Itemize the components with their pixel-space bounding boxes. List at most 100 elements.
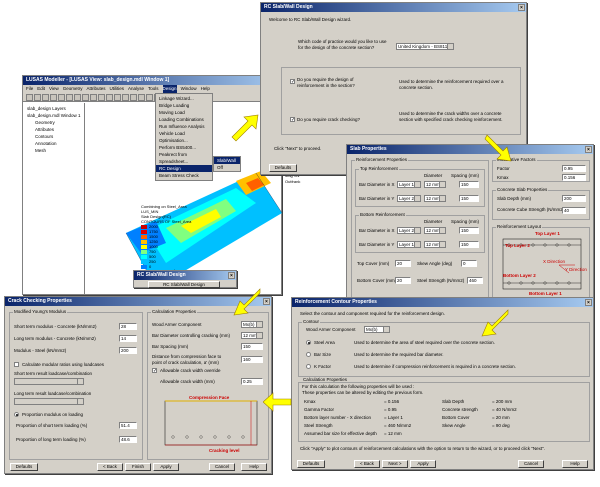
crack-back-button[interactable]: < Back — [97, 463, 123, 471]
kmax-input[interactable]: 0.156 — [562, 174, 586, 181]
allow-override-checkbox[interactable]: ✓ — [152, 368, 157, 374]
design-menu-item[interactable]: Loading Combinations — [156, 116, 212, 123]
crack-finish-button[interactable]: Finish — [125, 463, 151, 471]
tree-item[interactable]: Mesh — [25, 147, 82, 154]
toolbar-button[interactable] — [138, 94, 145, 101]
top-cover-input[interactable]: 20 — [395, 260, 411, 267]
diameter-select[interactable]: 12 mm — [424, 241, 446, 248]
proportion-radio[interactable] — [14, 412, 19, 417]
close-icon[interactable]: × — [228, 272, 235, 279]
tree-item[interactable]: Contours — [25, 133, 82, 140]
tree-item[interactable]: slab_design Layers — [25, 105, 82, 112]
toolbar-button[interactable] — [42, 94, 49, 101]
k-factor-radio[interactable] — [306, 364, 311, 369]
tree-item[interactable]: slab_design.mdl Window 1 — [25, 112, 82, 119]
contour-back-button[interactable]: < Back — [354, 460, 380, 468]
contour-cancel-button[interactable]: Cancel — [518, 460, 544, 468]
close-icon[interactable]: × — [585, 146, 592, 153]
prop-long-input[interactable]: 48.6 — [119, 436, 137, 443]
toolbar-button[interactable] — [66, 94, 73, 101]
design-menu-item[interactable]: Vehicle Load Optimisation... — [156, 130, 212, 144]
spacing-input[interactable]: 150 — [459, 241, 479, 248]
tree-item[interactable]: Annotation — [25, 140, 82, 147]
design-menu-item[interactable]: Peakrect from Spreadsheet... — [156, 151, 212, 165]
bar-size-radio[interactable] — [306, 352, 311, 357]
close-icon[interactable]: × — [585, 299, 592, 306]
menu-attributes[interactable]: Attributes — [86, 85, 105, 93]
long-term-input[interactable]: 14 — [119, 335, 137, 342]
design-menu-item[interactable]: Beam Stress Check — [156, 172, 212, 179]
toolbar-button[interactable] — [58, 94, 65, 101]
toolbar-button[interactable] — [122, 94, 129, 101]
submenu-item[interactable]: Off — [214, 164, 240, 171]
contour-next-button[interactable]: Next > — [382, 460, 408, 468]
short-term-input[interactable]: 28 — [119, 323, 137, 330]
menu-window[interactable]: Window — [181, 85, 197, 93]
toolbar-button[interactable] — [146, 94, 153, 101]
menu-tools[interactable]: Tools — [148, 85, 159, 93]
layer-select[interactable]: Layer 2 — [397, 195, 421, 202]
distance-input[interactable]: 160 — [241, 356, 263, 363]
design-menu-item[interactable]: Moving Load — [156, 109, 212, 116]
crack-defaults-button[interactable]: Defaults — [10, 463, 38, 471]
crack-cancel-button[interactable]: Cancel — [209, 463, 235, 471]
layer-select[interactable]: Layer 2 — [397, 227, 421, 234]
toolbar-button[interactable] — [74, 94, 81, 101]
steel-modulus-input[interactable]: 200 — [119, 347, 137, 354]
design-menu-item[interactable]: Bridge Loading — [156, 102, 212, 109]
diameter-select[interactable]: 12 mm — [424, 181, 446, 188]
layer-select[interactable]: Layer 1 — [397, 241, 421, 248]
contour-wood-select[interactable]: Mx(b) — [364, 326, 390, 333]
toolbar-button[interactable] — [130, 94, 137, 101]
design-menu-item[interactable]: RC Design — [156, 165, 212, 172]
menu-file[interactable]: File — [26, 85, 33, 93]
code-of-practice-select[interactable]: United Kingdom - BS8110 — [396, 43, 454, 50]
toolbar-button[interactable] — [82, 94, 89, 101]
crack-help-button[interactable]: Help — [241, 463, 267, 471]
factor-a-input[interactable]: 0.95 — [562, 165, 586, 172]
menu-geometry[interactable]: Geometry — [63, 85, 83, 93]
toolbar-button[interactable] — [50, 94, 57, 101]
allow-width-input[interactable]: 0.25 — [241, 378, 263, 385]
long-lc-select[interactable] — [14, 398, 84, 405]
layer-select[interactable]: Layer 1 — [397, 181, 421, 188]
steel-area-radio[interactable] — [306, 340, 311, 345]
bar-dia-select[interactable]: 12 mm — [241, 332, 263, 339]
calc-modular-checkbox[interactable] — [14, 362, 19, 367]
contour-defaults-button[interactable]: Defaults — [297, 460, 325, 468]
tree-item[interactable]: Geometry — [25, 119, 82, 126]
bar-spacing-input[interactable]: 150 — [241, 343, 263, 350]
crack-apply-button[interactable]: Apply — [153, 463, 179, 471]
prop-short-input[interactable]: 51.4 — [119, 422, 137, 429]
slab-depth-input[interactable]: 200 — [562, 195, 586, 202]
menu-edit[interactable]: Edit — [37, 85, 45, 93]
submenu-item[interactable]: Slab/Wall — [214, 157, 240, 164]
diameter-select[interactable]: 12 mm — [424, 227, 446, 234]
contour-help-button[interactable]: Help — [562, 460, 588, 468]
wizard-defaults-button[interactable]: Defaults — [269, 164, 297, 172]
crack-wood-select[interactable]: Mx(b) — [241, 321, 263, 328]
tree-item[interactable]: Attributes — [25, 126, 82, 133]
crack-checking-checkbox[interactable]: ✓ — [290, 117, 295, 123]
toolbar-button[interactable] — [90, 94, 97, 101]
cube-strength-input[interactable]: 40 — [562, 207, 586, 214]
toolbar-button[interactable] — [26, 94, 33, 101]
diameter-select[interactable]: 12 mm — [424, 195, 446, 202]
menu-view[interactable]: View — [49, 85, 59, 93]
design-menu-item[interactable]: Run Influence Analysis — [156, 123, 212, 130]
menu-help[interactable]: Help — [201, 85, 210, 93]
bottom-cover-input[interactable]: 20 — [395, 277, 411, 284]
menu-utilities[interactable]: Utilities — [110, 85, 125, 93]
design-reinforcement-checkbox[interactable]: ✓ — [290, 79, 295, 85]
short-lc-select[interactable] — [14, 378, 84, 385]
spacing-input[interactable]: 150 — [459, 195, 479, 202]
toolbar-button[interactable] — [114, 94, 121, 101]
toolbar-button[interactable] — [98, 94, 105, 101]
design-menu-item[interactable]: Perform BS5400... — [156, 144, 212, 151]
menu-analyse[interactable]: Analyse — [128, 85, 144, 93]
design-menu-item[interactable]: Linkage Wizard... — [156, 95, 212, 102]
close-icon[interactable]: × — [518, 4, 525, 11]
menu-design[interactable]: Design — [162, 85, 177, 93]
spacing-input[interactable]: 150 — [459, 181, 479, 188]
steel-strength-input[interactable]: 460 — [467, 277, 483, 284]
